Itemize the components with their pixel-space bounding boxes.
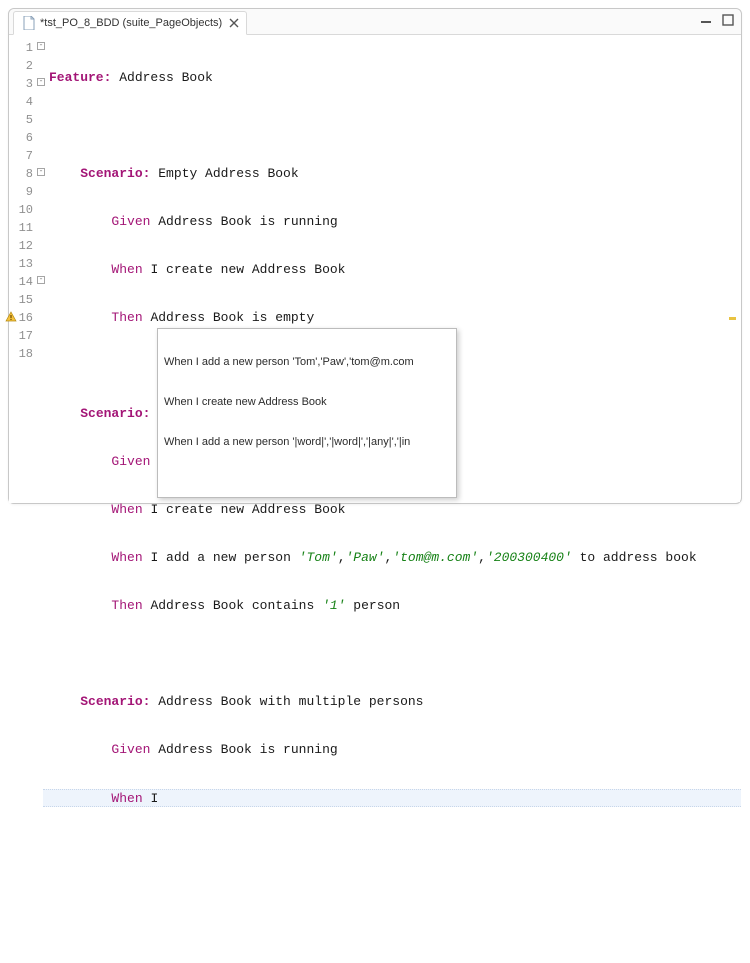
- autocomplete-item[interactable]: When I create new Address Book: [158, 393, 456, 409]
- keyword-scenario: Scenario:: [80, 406, 150, 421]
- autocomplete-popup[interactable]: When I add a new person 'Tom','Paw','tom…: [157, 328, 457, 498]
- code-line: Feature: Address Book: [43, 69, 741, 87]
- line-number: 9: [9, 183, 43, 201]
- keyword-when: When: [111, 262, 142, 277]
- code-line: [43, 885, 741, 903]
- close-icon[interactable]: [228, 17, 240, 29]
- keyword-given: Given: [111, 214, 150, 229]
- code-line: [43, 837, 741, 855]
- line-number: 1-: [9, 39, 43, 57]
- keyword-given: Given: [111, 742, 150, 757]
- code-line: Given Address Book is running: [43, 741, 741, 759]
- warning-marker[interactable]: [729, 317, 736, 320]
- keyword-feature: Feature:: [49, 70, 111, 85]
- scenario-name: Address Book with multiple persons: [150, 694, 423, 709]
- keyword-scenario: Scenario:: [80, 694, 150, 709]
- line-number: 12: [9, 237, 43, 255]
- code-line: When I create new Address Book: [43, 261, 741, 279]
- line-number: 13: [9, 255, 43, 273]
- keyword-when: When: [111, 550, 142, 565]
- line-number: 5: [9, 111, 43, 129]
- code-line: When I create new Address Book: [43, 501, 741, 519]
- code-line: Given Address Book is running: [43, 213, 741, 231]
- overview-ruler[interactable]: [726, 36, 740, 502]
- editor-window: *tst_PO_8_BDD (suite_PageObjects) 1- 2 3…: [8, 8, 742, 504]
- line-number: 3-: [9, 75, 43, 93]
- tab-title: *tst_PO_8_BDD (suite_PageObjects): [40, 17, 222, 29]
- window-controls: [699, 13, 735, 27]
- keyword-given: Given: [111, 454, 150, 469]
- minimize-icon[interactable]: [699, 13, 713, 27]
- line-number: 7: [9, 147, 43, 165]
- code-line: When I add a new person 'Tom','Paw','tom…: [43, 549, 741, 567]
- warning-icon[interactable]: [5, 311, 17, 323]
- autocomplete-item[interactable]: When I add a new person 'Tom','Paw','tom…: [158, 353, 456, 369]
- editor-body: 1- 2 3- 4 5 6 7 8- 9 10 11 12 13 14- 15 …: [9, 35, 741, 503]
- line-number: 15: [9, 291, 43, 309]
- line-number: 18: [9, 345, 43, 363]
- scenario-name: Empty Address Book: [150, 166, 298, 181]
- line-number: 11: [9, 219, 43, 237]
- code-line: Then Address Book is empty: [43, 309, 741, 327]
- code-line-current: When I: [43, 789, 741, 807]
- keyword-then: Then: [111, 310, 142, 325]
- feature-name: Address Book: [111, 70, 212, 85]
- code-line: [43, 117, 741, 135]
- line-number: 4: [9, 93, 43, 111]
- editor-tabbar: *tst_PO_8_BDD (suite_PageObjects): [9, 9, 741, 35]
- maximize-icon[interactable]: [721, 13, 735, 27]
- line-number: 14-: [9, 273, 43, 291]
- line-number: 6: [9, 129, 43, 147]
- autocomplete-item[interactable]: When I add a new person '|word|','|word|…: [158, 433, 456, 449]
- keyword-when: When: [111, 502, 142, 517]
- keyword-then: Then: [111, 598, 142, 613]
- line-number: 2: [9, 57, 43, 75]
- line-number-gutter: 1- 2 3- 4 5 6 7 8- 9 10 11 12 13 14- 15 …: [9, 35, 43, 503]
- code-line: [43, 645, 741, 663]
- line-number: 16: [9, 309, 43, 327]
- code-line: Scenario: Empty Address Book: [43, 165, 741, 183]
- line-number: 10: [9, 201, 43, 219]
- code-line: Scenario: Address Book with multiple per…: [43, 693, 741, 711]
- keyword-scenario: Scenario:: [80, 166, 150, 181]
- editor-tab[interactable]: *tst_PO_8_BDD (suite_PageObjects): [13, 11, 247, 35]
- code-area[interactable]: Feature: Address Book Scenario: Empty Ad…: [43, 35, 741, 503]
- line-number: 8-: [9, 165, 43, 183]
- keyword-when: When: [111, 791, 142, 806]
- file-icon: [22, 16, 36, 30]
- line-number: 17: [9, 327, 43, 345]
- code-line: Then Address Book contains '1' person: [43, 597, 741, 615]
